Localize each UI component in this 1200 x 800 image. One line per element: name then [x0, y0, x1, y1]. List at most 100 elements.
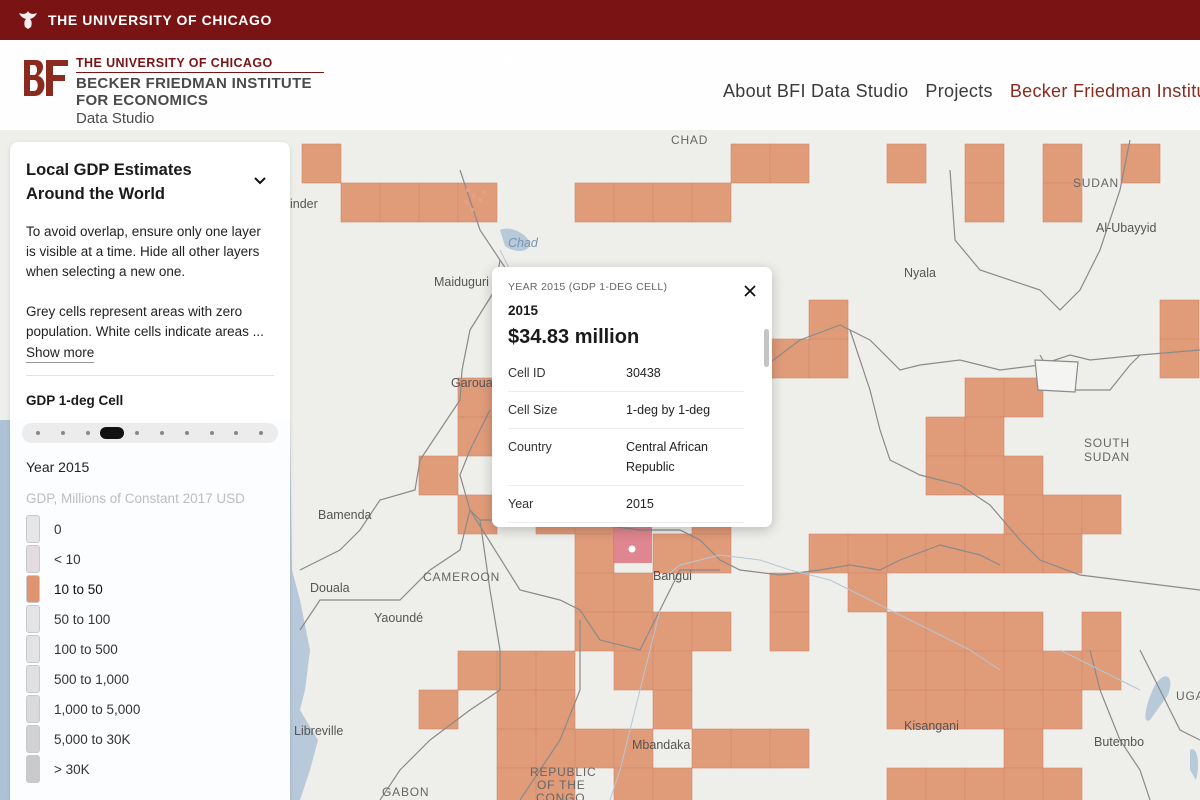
- legend-item[interactable]: < 10: [26, 544, 274, 574]
- gdp-cell[interactable]: [730, 728, 771, 769]
- nav-projects[interactable]: Projects: [925, 81, 992, 102]
- gdp-cell[interactable]: [496, 689, 537, 730]
- gdp-cell[interactable]: [886, 650, 927, 691]
- gdp-cell[interactable]: [1003, 650, 1044, 691]
- gdp-cell[interactable]: [1042, 494, 1083, 535]
- gdp-cell[interactable]: [769, 611, 810, 652]
- slider-stop[interactable]: [234, 431, 239, 435]
- slider-thumb[interactable]: [100, 427, 125, 439]
- gdp-cell[interactable]: [457, 650, 498, 691]
- gdp-cell[interactable]: [1003, 455, 1044, 496]
- gdp-cell[interactable]: [691, 611, 732, 652]
- gdp-cell[interactable]: [925, 767, 966, 800]
- gdp-cell[interactable]: [964, 455, 1005, 496]
- slider-stop[interactable]: [85, 431, 90, 435]
- gdp-cell[interactable]: [769, 572, 810, 613]
- slider-stop[interactable]: [36, 431, 40, 435]
- gdp-cell[interactable]: [1081, 611, 1122, 652]
- gdp-cell[interactable]: [1042, 650, 1083, 691]
- gdp-cell[interactable]: [964, 377, 1005, 418]
- gdp-cell[interactable]: [1003, 767, 1044, 800]
- gdp-cell[interactable]: [964, 767, 1005, 800]
- chevron-down-icon[interactable]: [252, 172, 268, 188]
- gdp-cell[interactable]: [613, 182, 654, 223]
- selected-cell[interactable]: [613, 526, 652, 563]
- gdp-cell[interactable]: [574, 728, 615, 769]
- legend-item[interactable]: 5,000 to 30K: [26, 724, 274, 754]
- gdp-cell[interactable]: [652, 689, 693, 730]
- gdp-cell[interactable]: [847, 572, 888, 613]
- gdp-cell[interactable]: [418, 455, 459, 496]
- gdp-cell[interactable]: [925, 416, 966, 457]
- bfi-logo[interactable]: THE UNIVERSITY OF CHICAGO BECKER FRIEDMA…: [22, 56, 324, 128]
- gdp-cell[interactable]: [691, 182, 732, 223]
- university-name[interactable]: THE UNIVERSITY OF CHICAGO: [48, 12, 272, 28]
- gdp-cell[interactable]: [925, 650, 966, 691]
- gdp-cell[interactable]: [847, 533, 888, 574]
- slider-stop[interactable]: [60, 431, 65, 435]
- gdp-cell[interactable]: [769, 143, 810, 184]
- gdp-cell[interactable]: [340, 182, 381, 223]
- gdp-cell[interactable]: [1159, 338, 1200, 379]
- gdp-cell[interactable]: [574, 533, 615, 574]
- gdp-cell[interactable]: [730, 143, 771, 184]
- gdp-cell[interactable]: [964, 416, 1005, 457]
- nav-bfi[interactable]: Becker Friedman Institu: [1010, 81, 1200, 102]
- show-more-link[interactable]: Show more: [26, 344, 95, 363]
- slider-stop[interactable]: [209, 431, 214, 435]
- gdp-cell[interactable]: [964, 650, 1005, 691]
- close-icon[interactable]: [742, 283, 758, 299]
- gdp-cell[interactable]: [808, 299, 849, 340]
- gdp-cell[interactable]: [301, 143, 342, 184]
- gdp-cell[interactable]: [886, 767, 927, 800]
- nav-help-resources[interactable]: Help & Resources: [640, 48, 753, 64]
- gdp-cell[interactable]: [964, 689, 1005, 730]
- gdp-cell[interactable]: [652, 650, 693, 691]
- gdp-cell[interactable]: [691, 728, 732, 769]
- popup-scrollbar[interactable]: [764, 329, 769, 367]
- slider-stop[interactable]: [160, 431, 164, 435]
- gdp-cell[interactable]: [613, 572, 654, 613]
- gdp-cell[interactable]: [1003, 611, 1044, 652]
- gdp-cell[interactable]: [964, 533, 1005, 574]
- gdp-cell[interactable]: [379, 182, 420, 223]
- gdp-cell[interactable]: [457, 182, 498, 223]
- gdp-cell[interactable]: [1003, 533, 1044, 574]
- slider-stop[interactable]: [135, 431, 140, 435]
- gdp-cell[interactable]: [925, 533, 966, 574]
- gdp-cell[interactable]: [1042, 533, 1083, 574]
- legend-item[interactable]: 100 to 500: [26, 634, 274, 664]
- gdp-cell[interactable]: [1159, 299, 1200, 340]
- gdp-cell[interactable]: [535, 650, 576, 691]
- gdp-cell[interactable]: [535, 728, 576, 769]
- gdp-cell[interactable]: [574, 182, 615, 223]
- gdp-cell[interactable]: [418, 182, 459, 223]
- gdp-cell[interactable]: [574, 572, 615, 613]
- gdp-cell[interactable]: [652, 767, 693, 800]
- gdp-cell[interactable]: [964, 611, 1005, 652]
- slider-stop[interactable]: [259, 431, 264, 435]
- gdp-cell[interactable]: [886, 533, 927, 574]
- gdp-cell[interactable]: [652, 533, 693, 574]
- gdp-cell[interactable]: [925, 611, 966, 652]
- gdp-cell[interactable]: [613, 650, 654, 691]
- gdp-cell[interactable]: [496, 650, 537, 691]
- gdp-cell[interactable]: [1081, 494, 1122, 535]
- gdp-cell[interactable]: [691, 533, 732, 574]
- gdp-cell[interactable]: [808, 533, 849, 574]
- slider-stop[interactable]: [184, 431, 189, 435]
- gdp-cell[interactable]: [1042, 689, 1083, 730]
- gdp-cell[interactable]: [535, 689, 576, 730]
- legend-item[interactable]: 1,000 to 5,000: [26, 694, 274, 724]
- gdp-cell[interactable]: [925, 455, 966, 496]
- year-slider[interactable]: [22, 423, 278, 443]
- gdp-cell[interactable]: [964, 182, 1005, 223]
- legend-item[interactable]: > 30K: [26, 754, 274, 784]
- gdp-cell[interactable]: [1003, 728, 1044, 769]
- nav-methodology[interactable]: Methodology: [440, 48, 520, 64]
- nav-about[interactable]: About BFI Data Studio: [723, 81, 908, 102]
- legend-item[interactable]: 500 to 1,000: [26, 664, 274, 694]
- gdp-cell[interactable]: [613, 767, 654, 800]
- gdp-cell[interactable]: [964, 143, 1005, 184]
- legend-item[interactable]: 0: [26, 514, 274, 544]
